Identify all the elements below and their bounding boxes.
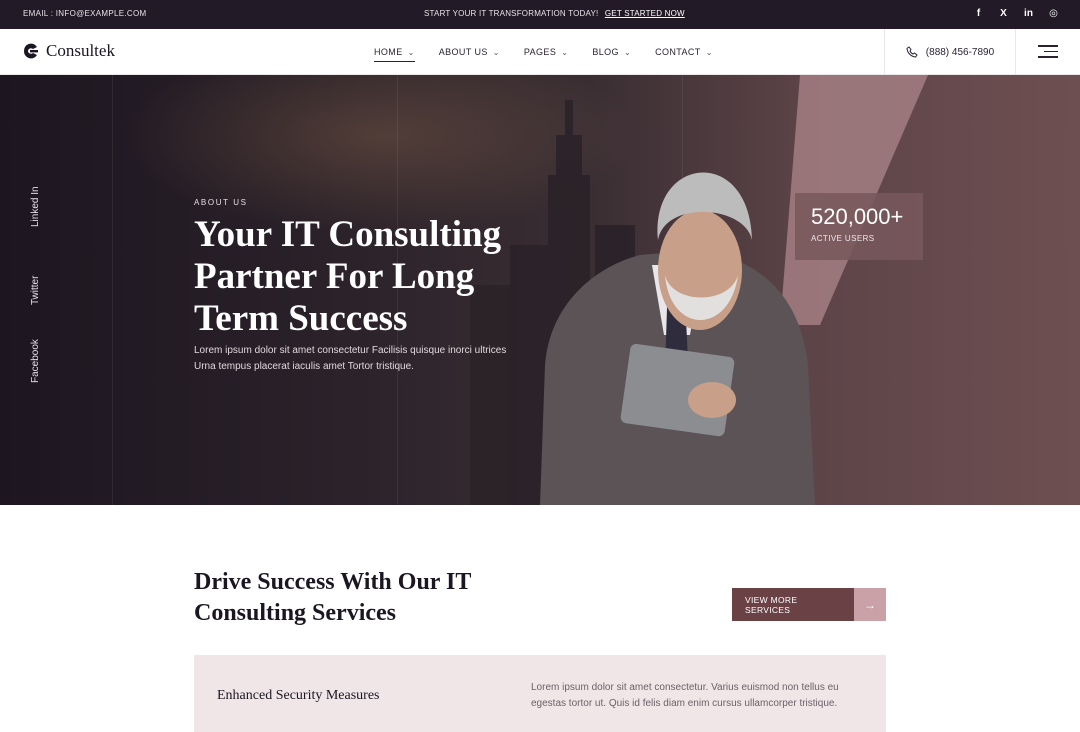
active-users-stat: 520,000+ ACTIVE USERS — [795, 193, 923, 260]
hero-illustration — [470, 75, 928, 505]
site-header: Consultek HOME ⌄ ABOUT US ⌄ PAGES ⌄ BLOG… — [0, 29, 1080, 75]
hero-eyebrow: ABOUT US — [194, 198, 248, 207]
stat-label: ACTIVE USERS — [811, 234, 875, 243]
chevron-down-icon: ⌄ — [561, 47, 569, 57]
hero-title: Your IT Consulting Partner For Long Term… — [194, 214, 502, 339]
instagram-icon[interactable]: ◎ — [1047, 7, 1060, 21]
services-title: Drive Success With Our IT Consulting Ser… — [194, 569, 471, 626]
promo-banner: START YOUR IT TRANSFORMATION TODAY! GET … — [424, 9, 685, 18]
chevron-down-icon: ⌄ — [623, 47, 632, 57]
nav-contact-label: CONTACT — [655, 47, 701, 57]
nav-about-us[interactable]: ABOUT US ⌄ — [439, 29, 500, 75]
hero-section: Linked In Twitter Facebook ABOUT US Your… — [0, 75, 1080, 505]
service-card[interactable]: Enhanced Security Measures Lorem ipsum d… — [194, 655, 886, 732]
nav-pages-label: PAGES — [523, 47, 557, 57]
promo-text: START YOUR IT TRANSFORMATION TODAY! — [424, 9, 599, 18]
logo-text: Consultek — [46, 41, 115, 60]
arrow-right-icon: → — [854, 588, 886, 621]
hero-description: Lorem ipsum dolor sit amet consectetur F… — [194, 345, 507, 372]
chevron-down-icon: ⌄ — [705, 47, 713, 57]
top-bar: EMAIL : INFO@EXAMPLE.COM START YOUR IT T… — [0, 0, 1080, 29]
twitter-link[interactable]: Twitter — [30, 276, 41, 305]
stat-number: 520,000+ — [811, 204, 904, 229]
contact-email[interactable]: EMAIL : INFO@EXAMPLE.COM — [23, 9, 147, 18]
facebook-link[interactable]: Facebook — [30, 339, 41, 383]
nav-blog-label: BLOG — [592, 47, 619, 57]
nav-home-label: HOME — [374, 47, 403, 57]
phone-contact[interactable]: (888) 456-7890 — [884, 29, 1016, 75]
phone-icon — [906, 46, 918, 58]
nav-about-label: ABOUT US — [438, 47, 488, 57]
hamburger-menu-icon[interactable] — [1038, 45, 1058, 59]
chevron-down-icon: ⌄ — [407, 47, 415, 57]
nav-pages[interactable]: PAGES ⌄ — [524, 29, 568, 75]
chevron-down-icon: ⌄ — [492, 47, 500, 57]
phone-number: (888) 456-7890 — [925, 46, 995, 58]
x-twitter-icon[interactable]: X — [997, 7, 1010, 21]
nav-blog[interactable]: BLOG ⌄ — [592, 29, 631, 75]
service-card-title: Enhanced Security Measures — [217, 688, 380, 703]
nav-contact[interactable]: CONTACT ⌄ — [655, 29, 713, 75]
facebook-icon[interactable]: f — [972, 7, 985, 21]
service-card-description: Lorem ipsum dolor sit amet consectetur. … — [531, 682, 839, 709]
linkedin-link[interactable]: Linked In — [30, 186, 41, 227]
linkedin-icon[interactable]: in — [1022, 7, 1035, 21]
get-started-link[interactable]: GET STARTED NOW — [605, 9, 685, 18]
view-more-services-button[interactable]: VIEW MORE SERVICES → — [732, 588, 886, 621]
site-logo[interactable]: Consultek — [22, 41, 115, 61]
view-more-label: VIEW MORE SERVICES — [732, 588, 854, 621]
logo-mark-icon — [23, 43, 38, 59]
social-links: f X in ◎ — [972, 7, 1060, 21]
nav-home[interactable]: HOME ⌄ — [374, 29, 415, 75]
main-nav: HOME ⌄ ABOUT US ⌄ PAGES ⌄ BLOG ⌄ CONTACT… — [374, 29, 737, 75]
